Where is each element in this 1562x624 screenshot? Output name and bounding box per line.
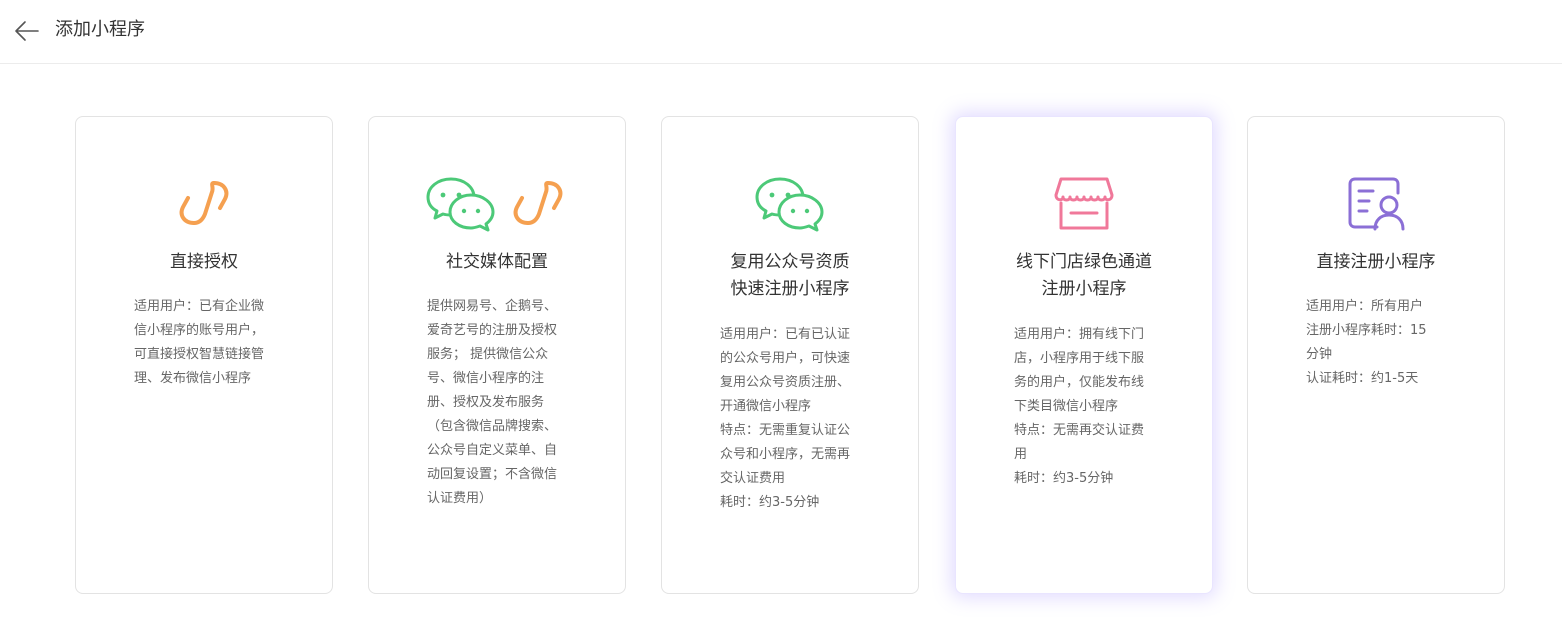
desc-line: 耗时：约3-5分钟 bbox=[720, 495, 820, 510]
card-icon-area bbox=[956, 175, 1212, 233]
card-icon-area bbox=[369, 175, 625, 233]
desc-line: 特点：无需再交认证费 bbox=[1014, 423, 1145, 438]
card-direct-authorize[interactable]: 直接授权 适用用户：已有企业微 信小程序的账号用户， 可直接授权智慧链接管 理、… bbox=[75, 116, 333, 594]
card-icon-area bbox=[662, 175, 918, 233]
wechat-icon bbox=[755, 177, 824, 232]
arrow-left-icon bbox=[15, 21, 39, 41]
card-icon-area bbox=[1248, 175, 1504, 233]
desc-line: 开通微信小程序 bbox=[720, 399, 812, 414]
desc-line: 号、微信小程序的注 bbox=[427, 371, 545, 386]
card-reuse-official-account[interactable]: 复用公众号资质 快速注册小程序 适用用户：已有已认证 的公众号用户，可快速 复用… bbox=[661, 116, 919, 594]
card-title-line: 线下门店绿色通道 bbox=[1016, 252, 1152, 272]
desc-line: （包含微信品牌搜索、 bbox=[427, 419, 558, 434]
desc-line: 店，小程序用于线下服 bbox=[1014, 351, 1145, 366]
desc-line: 务的用户，仅能发布线 bbox=[1014, 375, 1145, 390]
desc-line: 适用用户：已有已认证 bbox=[720, 327, 851, 342]
card-title-line: 复用公众号资质 bbox=[730, 252, 850, 272]
page-title: 添加小程序 bbox=[55, 19, 145, 40]
card-description: 适用用户：已有已认证 的公众号用户，可快速 复用公众号资质注册、 开通微信小程序… bbox=[720, 323, 868, 515]
desc-line: 爱奇艺号的注册及授权 bbox=[427, 323, 558, 338]
card-title: 复用公众号资质 快速注册小程序 bbox=[678, 249, 902, 303]
desc-line: 分钟 bbox=[1306, 347, 1333, 362]
desc-line: 认证费用） bbox=[427, 491, 493, 506]
desc-line: 提供网易号、企鹅号、 bbox=[427, 299, 558, 314]
card-icon-area bbox=[76, 175, 332, 233]
desc-line: 动回复设置；不含微信 bbox=[427, 467, 558, 482]
desc-line: 适用用户：已有企业微 bbox=[134, 299, 265, 314]
link-icon bbox=[179, 181, 229, 225]
card-title-line: 直接授权 bbox=[170, 252, 238, 272]
card-title-line: 社交媒体配置 bbox=[446, 252, 548, 272]
card-direct-register[interactable]: 直接注册小程序 适用用户：所有用户 注册小程序耗时：15 分钟 认证耗时：约1-… bbox=[1247, 116, 1505, 594]
card-description: 提供网易号、企鹅号、 爱奇艺号的注册及授权 服务； 提供微信公众 号、微信小程序… bbox=[427, 295, 575, 511]
desc-line: 众号和小程序，无需再 bbox=[720, 447, 851, 462]
card-title-line: 直接注册小程序 bbox=[1316, 252, 1436, 272]
card-title-line: 注册小程序 bbox=[1041, 279, 1127, 299]
desc-line: 复用公众号资质注册、 bbox=[720, 375, 851, 390]
card-title: 社交媒体配置 bbox=[385, 249, 609, 276]
desc-line: 公众号自定义菜单、自 bbox=[427, 443, 558, 458]
link-icon bbox=[513, 181, 563, 225]
desc-line: 理、发布微信小程序 bbox=[134, 371, 252, 386]
desc-line: 用 bbox=[1014, 447, 1028, 462]
desc-line: 注册小程序耗时：15 bbox=[1306, 323, 1427, 338]
back-button[interactable] bbox=[12, 16, 42, 46]
card-title: 线下门店绿色通道 注册小程序 bbox=[972, 249, 1196, 303]
store-icon bbox=[1054, 177, 1114, 230]
register-user-icon bbox=[1348, 177, 1405, 231]
card-social-media-config[interactable]: 社交媒体配置 提供网易号、企鹅号、 爱奇艺号的注册及授权 服务； 提供微信公众 … bbox=[368, 116, 626, 594]
card-offline-store-channel[interactable]: 线下门店绿色通道 注册小程序 适用用户：拥有线下门 店，小程序用于线下服 务的用… bbox=[955, 116, 1213, 594]
desc-line: 可直接授权智慧链接管 bbox=[134, 347, 265, 362]
card-description: 适用用户：已有企业微 信小程序的账号用户， 可直接授权智慧链接管 理、发布微信小… bbox=[134, 295, 282, 391]
desc-line: 交认证费用 bbox=[720, 471, 786, 486]
desc-line: 的公众号用户，可快速 bbox=[720, 351, 851, 366]
desc-line: 信小程序的账号用户， bbox=[134, 323, 265, 338]
desc-line: 适用用户：拥有线下门 bbox=[1014, 327, 1145, 342]
desc-line: 适用用户：所有用户 bbox=[1306, 299, 1424, 314]
card-description: 适用用户：拥有线下门 店，小程序用于线下服 务的用户，仅能发布线 下类目微信小程… bbox=[1014, 323, 1162, 491]
desc-line: 服务； 提供微信公众 bbox=[427, 347, 549, 362]
desc-line: 册、授权及发布服务 bbox=[427, 395, 545, 410]
top-bar: 添加小程序 bbox=[0, 0, 1562, 64]
card-title-line: 快速注册小程序 bbox=[730, 279, 850, 299]
card-title: 直接授权 bbox=[92, 249, 316, 276]
desc-line: 认证耗时：约1-5天 bbox=[1306, 371, 1419, 386]
desc-line: 耗时：约3-5分钟 bbox=[1014, 471, 1114, 486]
wechat-icon bbox=[426, 177, 495, 232]
desc-line: 下类目微信小程序 bbox=[1014, 399, 1119, 414]
card-description: 适用用户：所有用户 注册小程序耗时：15 分钟 认证耗时：约1-5天 bbox=[1306, 295, 1454, 391]
desc-line: 特点：无需重复认证公 bbox=[720, 423, 851, 438]
card-title: 直接注册小程序 bbox=[1264, 249, 1488, 276]
